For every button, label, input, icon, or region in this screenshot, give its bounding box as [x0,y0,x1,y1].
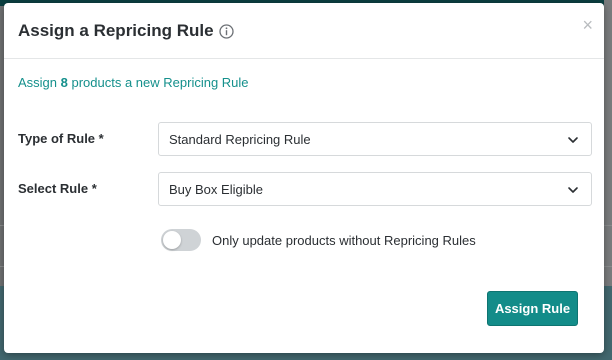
subtitle-suffix: products a new Repricing Rule [67,75,249,90]
toggle-label: Only update products without Repricing R… [212,233,476,248]
modal-title-row: Assign a Repricing Rule [18,21,234,41]
info-icon[interactable] [218,23,234,39]
close-icon[interactable]: × [582,16,593,34]
modal-title: Assign a Repricing Rule [18,21,214,40]
modal-header: Assign a Repricing Rule × [4,3,604,59]
type-of-rule-select[interactable]: Standard Repricing Rule [158,122,592,156]
chevron-down-icon [568,137,578,143]
toggle-knob [163,231,181,249]
subtitle-prefix: Assign [18,75,61,90]
select-rule-value: Buy Box Eligible [169,182,263,197]
chevron-down-icon [568,187,578,193]
assign-repricing-rule-modal: Assign a Repricing Rule × Assign 8 produ… [4,3,604,353]
type-of-rule-value: Standard Repricing Rule [169,132,311,147]
select-rule-label: Select Rule * [18,181,97,196]
assign-rule-button[interactable]: Assign Rule [487,291,578,326]
only-unassigned-toggle[interactable] [161,229,201,251]
modal-subtitle: Assign 8 products a new Repricing Rule [18,75,249,90]
select-rule-select[interactable]: Buy Box Eligible [158,172,592,206]
type-of-rule-label: Type of Rule * [18,131,104,146]
product-count: 8 [60,75,68,90]
